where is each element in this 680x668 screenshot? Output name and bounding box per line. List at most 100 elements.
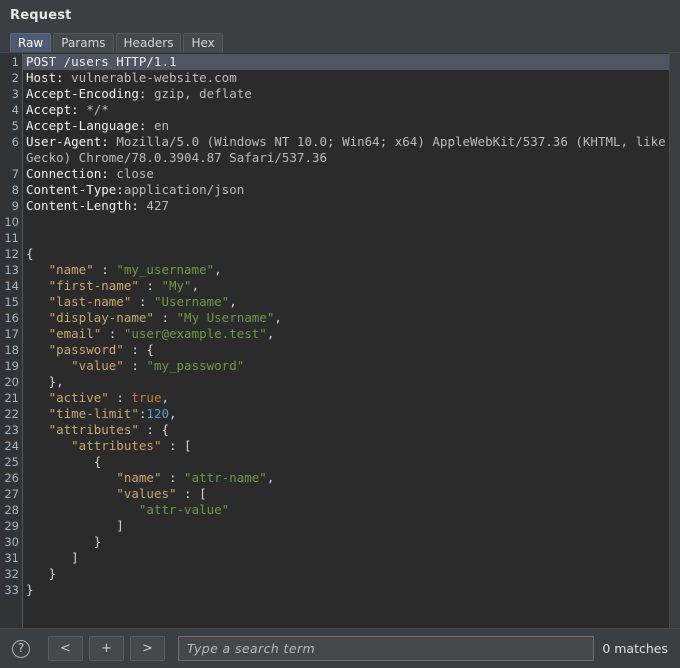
code-token: en	[153, 118, 169, 133]
code-token: "time-limit"	[48, 406, 139, 421]
code-token: }	[26, 566, 57, 581]
code-token: "values"	[116, 486, 177, 501]
line-number: 27	[4, 487, 19, 501]
code-line: Content-Type:application/json	[23, 182, 680, 198]
line-number: 15	[4, 295, 19, 309]
code-line: "values" : [	[23, 486, 680, 502]
line-number: 33	[4, 583, 19, 597]
code-token: Content-Type:	[26, 182, 124, 197]
code-token: 120	[146, 406, 169, 421]
line-number: 19	[4, 359, 19, 373]
line-number: 32	[4, 567, 19, 581]
code-token: :	[153, 310, 177, 325]
code-line: "name" : "my_username",	[23, 262, 680, 278]
code-token: User-Agent:	[26, 134, 117, 149]
line-number: 16	[4, 311, 19, 325]
tab-hex[interactable]: Hex	[183, 33, 223, 52]
code-token: "My"	[161, 278, 192, 293]
line-number: 28	[4, 503, 19, 517]
code-token: ,	[266, 470, 275, 485]
question-circle-icon[interactable]: ?	[12, 639, 30, 658]
search-toolbar: ? < + > Type a search term 0 matches	[0, 628, 680, 668]
code-token: "user@example.test"	[123, 326, 267, 341]
code-token: :	[108, 390, 132, 405]
code-token: :	[101, 326, 124, 341]
code-line: "email" : "user@example.test",	[23, 326, 680, 342]
code-token: ,	[161, 390, 170, 405]
code-token: "attributes"	[71, 438, 162, 453]
code-token: vulnerable-website.com	[71, 70, 237, 85]
search-input[interactable]: Type a search term	[178, 636, 595, 661]
code-line: Host: vulnerable-website.com	[23, 70, 680, 86]
code-token: application/json	[123, 182, 245, 197]
tab-headers[interactable]: Headers	[115, 33, 182, 52]
code-line: "display-name" : "My Username",	[23, 310, 680, 326]
line-number: 7	[11, 167, 19, 181]
code-line: "last-name" : "Username",	[23, 294, 680, 310]
code-line: Accept-Encoding: gzip, deflate	[23, 86, 680, 102]
code-line: Gecko) Chrome/78.0.3904.87 Safari/537.36	[23, 150, 680, 166]
code-token: "first-name"	[48, 278, 139, 293]
code-line: }	[23, 582, 680, 598]
code-token: Gecko) Chrome/78.0.3904.87 Safari/537.36	[26, 150, 328, 165]
code-line: "password" : {	[23, 342, 680, 358]
code-token: ,	[266, 326, 275, 341]
code-token: :	[138, 278, 162, 293]
code-token: : {	[123, 342, 154, 357]
line-number: 18	[4, 343, 19, 357]
code-token: true	[131, 390, 162, 405]
code-token: ,	[274, 310, 282, 325]
code-token: }	[26, 582, 34, 597]
code-area[interactable]: POST /users HTTP/1.1 Host: vulnerable-web…	[23, 53, 680, 628]
code-token: "value"	[71, 358, 124, 373]
line-number: 20	[4, 375, 19, 389]
code-token: "attributes"	[48, 422, 139, 437]
code-token: Mozilla/5.0 (Windows NT 10.0; Win64; x64…	[116, 134, 666, 149]
find-previous-button[interactable]: <	[48, 636, 83, 661]
vertical-scrollbar[interactable]	[669, 53, 680, 628]
code-token: Host:	[26, 70, 72, 85]
find-next-button[interactable]: >	[130, 636, 165, 661]
tab-params[interactable]: Params	[53, 33, 114, 52]
code-line: {	[23, 246, 680, 262]
line-number: 4	[11, 103, 19, 117]
line-number: 11	[4, 231, 19, 245]
code-token: "name"	[48, 262, 94, 277]
code-line: "first-name" : "My",	[23, 278, 680, 294]
code-token: Content-Length:	[26, 198, 147, 213]
code-line: POST /users HTTP/1.1	[23, 54, 680, 70]
code-token: ,	[229, 294, 237, 309]
code-line: User-Agent: Mozilla/5.0 (Windows NT 10.0…	[23, 134, 680, 150]
tab-raw[interactable]: Raw	[10, 33, 52, 52]
code-line: ]	[23, 550, 680, 566]
code-token: :	[161, 470, 185, 485]
code-token: "last-name"	[48, 294, 132, 309]
line-number: 6	[11, 135, 19, 149]
line-number: 23	[4, 423, 19, 437]
line-number: 17	[4, 327, 19, 341]
code-token: POST /users HTTP/1.1	[26, 54, 177, 69]
code-token: "attr-value"	[138, 502, 230, 517]
code-line: "attr-value"	[23, 502, 680, 518]
line-number: 8	[11, 183, 19, 197]
message-editor[interactable]: 1 2 3 4 5 6 7 8 9 10 11 12 13 14 15 16 17 18 19 20 21 22 23 24 2…	[0, 52, 680, 628]
code-token: :	[93, 262, 117, 277]
code-line: "attributes" : {	[23, 422, 680, 438]
code-token: ,	[169, 406, 177, 421]
add-search-button[interactable]: +	[89, 636, 124, 661]
code-token: "name"	[116, 470, 162, 485]
code-token: "my_username"	[116, 262, 215, 277]
line-number: 9	[11, 199, 19, 213]
code-token: : [	[176, 486, 207, 501]
line-number: 1	[11, 55, 19, 69]
search-placeholder: Type a search term	[187, 641, 316, 656]
line-number: 10	[4, 215, 19, 229]
